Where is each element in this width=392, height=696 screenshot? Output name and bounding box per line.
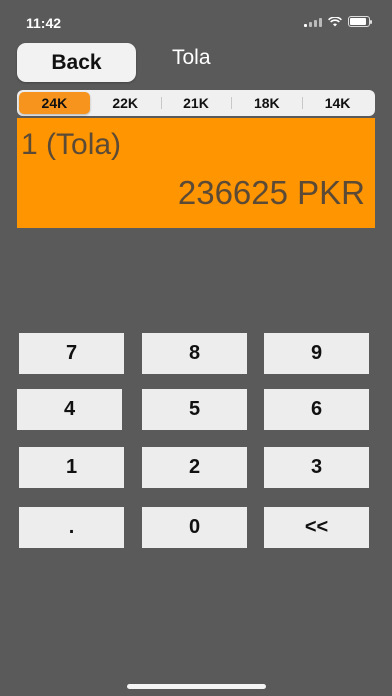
status-icons [304, 16, 372, 27]
key-0[interactable]: 0 [142, 507, 247, 548]
result-value: 236625 PKR [177, 174, 365, 211]
input-quantity: 1 (Tola) [21, 128, 122, 161]
backspace-button[interactable]: << [264, 507, 369, 548]
key-3[interactable]: 3 [264, 447, 369, 488]
back-button[interactable]: Back [17, 43, 136, 82]
battery-icon [348, 16, 372, 27]
key-7[interactable]: 7 [19, 333, 124, 374]
status-bar: 11:42 [0, 0, 392, 40]
tab-22k[interactable]: 22K [90, 92, 161, 114]
tab-14k[interactable]: 14K [302, 92, 373, 114]
karat-segmented-control: 24K 22K 21K 18K 14K [17, 90, 375, 116]
wifi-icon [328, 16, 342, 27]
status-time: 11:42 [26, 15, 62, 31]
cellular-signal-icon [304, 17, 322, 27]
tab-18k[interactable]: 18K [231, 92, 302, 114]
tab-21k[interactable]: 21K [160, 92, 232, 114]
result-display: 1 (Tola) 236625 PKR [17, 118, 375, 228]
key-2[interactable]: 2 [142, 447, 247, 488]
page-title: Tola [172, 46, 211, 69]
key-9[interactable]: 9 [264, 333, 369, 374]
key-decimal[interactable]: . [19, 507, 124, 548]
key-5[interactable]: 5 [142, 389, 247, 430]
key-8[interactable]: 8 [142, 333, 247, 374]
key-1[interactable]: 1 [19, 447, 124, 488]
key-4[interactable]: 4 [17, 389, 122, 430]
home-indicator [127, 684, 266, 689]
key-6[interactable]: 6 [264, 389, 369, 430]
tab-24k[interactable]: 24K [19, 92, 90, 114]
